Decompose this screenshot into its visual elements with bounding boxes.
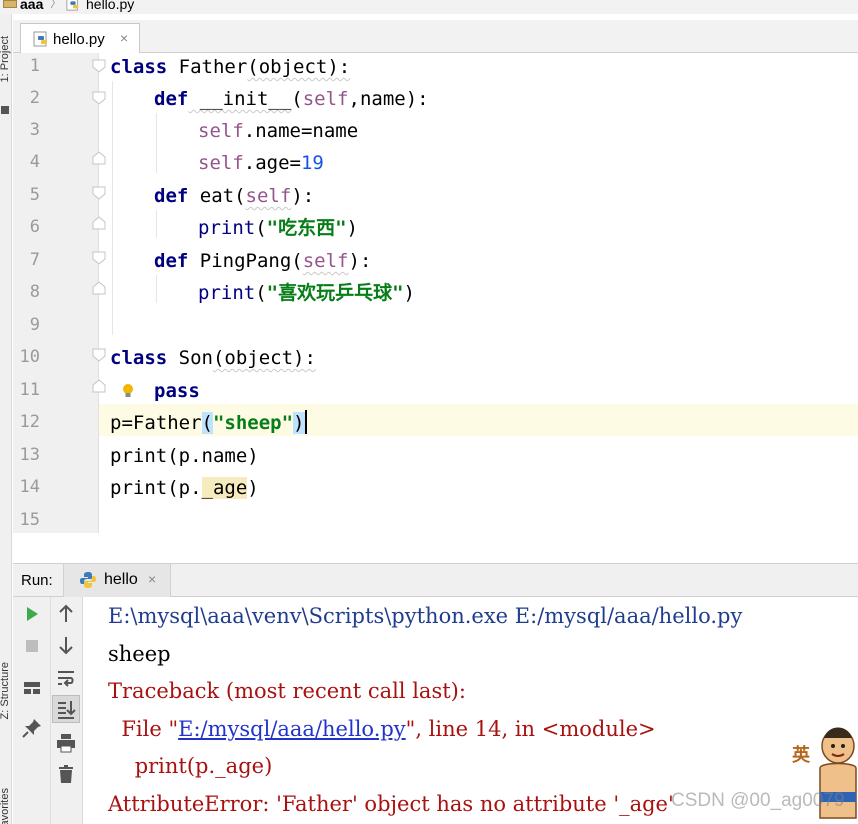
layout-icon[interactable] xyxy=(20,676,44,700)
indent-guide xyxy=(156,210,157,238)
fold-marker-icon[interactable] xyxy=(92,379,106,393)
tab-label: hello.py xyxy=(53,31,105,48)
code-line-11: pass xyxy=(154,380,200,402)
code-line-1: class Father(object): xyxy=(110,56,351,78)
code-line-7: def PingPang(self): xyxy=(154,250,372,272)
line-number: 11 xyxy=(19,380,40,400)
indent-guide xyxy=(156,275,157,303)
toolbar-separator xyxy=(50,597,51,824)
project-tool-icon[interactable] xyxy=(1,106,9,114)
line-number: 4 xyxy=(29,152,40,172)
console-line: print(p._age) xyxy=(108,754,273,778)
code-line-2: def __init__(self,name): xyxy=(154,88,429,110)
code-line-4: self.age=19 xyxy=(198,152,324,174)
console-line: Traceback (most recent call last): xyxy=(108,679,466,703)
console-line: E:\mysql\aaa\venv\Scripts\python.exe E:/… xyxy=(108,604,743,628)
indent-guide xyxy=(156,113,157,173)
python-file-icon xyxy=(66,0,79,11)
breadcrumb-separator: 〉 xyxy=(50,0,63,10)
run-icon[interactable] xyxy=(20,602,44,626)
line-number: 14 xyxy=(19,477,40,497)
fold-marker-icon[interactable] xyxy=(92,251,106,265)
watermark: CSDN @00_ag0079 xyxy=(671,790,845,811)
soft-wrap-icon[interactable] xyxy=(54,666,78,690)
breadcrumb-file[interactable]: hello.py xyxy=(86,0,134,11)
line-number: 1 xyxy=(29,56,40,76)
code-line-3: self.name=name xyxy=(198,120,359,142)
trash-icon[interactable] xyxy=(54,762,78,786)
python-file-icon xyxy=(33,31,47,47)
line-number: 6 xyxy=(29,217,40,237)
line-number: 8 xyxy=(29,282,40,302)
ime-indicator: 英 xyxy=(792,745,810,766)
fold-marker-icon[interactable] xyxy=(92,91,106,105)
fold-marker-icon[interactable] xyxy=(92,216,106,230)
line-number: 12 xyxy=(19,412,40,432)
line-number: 2 xyxy=(29,88,40,108)
code-line-12: p=Father("sheep") xyxy=(110,410,307,434)
fold-marker-icon[interactable] xyxy=(92,151,106,165)
fold-marker-icon[interactable] xyxy=(92,59,106,73)
line-number: 15 xyxy=(19,510,40,530)
console-line: AttributeError: 'Father' object has no a… xyxy=(108,792,674,816)
code-editor[interactable]: 1 2 3 4 5 6 7 8 9 10 11 12 13 14 15 clas… xyxy=(13,53,858,533)
console-line: sheep xyxy=(108,642,171,666)
run-toolbar xyxy=(13,597,83,824)
line-number: 5 xyxy=(29,185,40,205)
console-line: File "E:/mysql/aaa/hello.py", line 14, i… xyxy=(108,717,656,741)
run-title: Run: xyxy=(21,572,53,589)
code-line-14: print(p._age) xyxy=(110,477,259,499)
line-number: 3 xyxy=(29,120,40,140)
project-tool-tab[interactable]: 1: Project xyxy=(0,36,11,82)
line-number: 9 xyxy=(29,315,40,335)
print-icon[interactable] xyxy=(54,731,78,755)
stop-icon[interactable] xyxy=(20,634,44,658)
editor-tab-bar: hello.py × xyxy=(13,20,858,53)
run-panel-header: Run: hello × xyxy=(13,563,858,597)
code-line-6: print("吃东西") xyxy=(198,217,358,239)
run-tab-hello[interactable]: hello × xyxy=(63,564,171,597)
fold-marker-icon[interactable] xyxy=(92,186,106,200)
fold-marker-icon[interactable] xyxy=(92,281,106,295)
close-icon[interactable]: × xyxy=(148,571,156,587)
line-number: 10 xyxy=(19,347,40,367)
close-icon[interactable]: × xyxy=(120,30,128,46)
line-number: 7 xyxy=(29,250,40,270)
breadcrumb: aaa 〉 hello.py xyxy=(0,0,858,14)
favorites-tool-tab[interactable]: Favorites xyxy=(0,788,11,824)
structure-tool-tab[interactable]: Z: Structure xyxy=(0,662,11,719)
pin-icon[interactable] xyxy=(20,716,44,740)
traceback-file-link[interactable]: E:/mysql/aaa/hello.py xyxy=(178,717,406,741)
code-line-13: print(p.name) xyxy=(110,445,259,467)
python-icon xyxy=(80,572,96,588)
scroll-to-end-icon[interactable] xyxy=(54,697,78,721)
fold-marker-icon[interactable] xyxy=(92,348,106,362)
text-caret xyxy=(304,410,307,434)
folder-icon xyxy=(3,0,17,8)
indent-guide xyxy=(112,81,113,335)
left-tool-strip: 1: Project Z: Structure Favorites xyxy=(0,14,12,824)
down-arrow-icon[interactable] xyxy=(54,633,78,657)
run-tab-label: hello xyxy=(104,571,138,588)
breadcrumb-project[interactable]: aaa xyxy=(20,0,43,11)
code-line-8: print("喜欢玩乒乓球") xyxy=(198,282,415,304)
line-number: 13 xyxy=(19,445,40,465)
lightbulb-icon[interactable] xyxy=(121,383,135,399)
code-line-10: class Son(object): xyxy=(110,347,316,369)
code-line-5: def eat(self): xyxy=(154,185,315,207)
tab-hello-py[interactable]: hello.py × xyxy=(20,23,140,53)
up-arrow-icon[interactable] xyxy=(54,602,78,626)
